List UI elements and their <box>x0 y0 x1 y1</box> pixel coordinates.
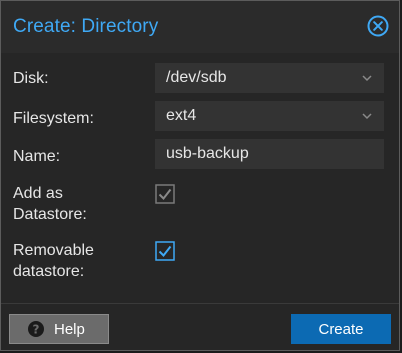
help-button-label: Help <box>54 320 85 338</box>
removable-checkbox[interactable] <box>155 241 175 261</box>
question-circle-icon: ? <box>28 321 44 337</box>
create-button-label: Create <box>318 320 364 338</box>
dialog-header: Create: Directory <box>1 1 399 53</box>
close-icon[interactable] <box>367 15 389 37</box>
svg-text:?: ? <box>33 323 40 337</box>
removable-label: Removable datastore: <box>13 240 94 282</box>
add-datastore-label-line1: Add as <box>13 185 63 202</box>
disk-label: Disk: <box>13 70 49 87</box>
filesystem-value: ext4 <box>166 107 197 124</box>
dialog-title: Create: Directory <box>13 16 159 37</box>
name-value: usb-backup <box>166 145 249 162</box>
removable-label-line2: datastore: <box>13 263 85 280</box>
name-input[interactable]: usb-backup <box>155 139 384 169</box>
dialog-footer: ? Help Create <box>1 303 399 350</box>
create-button[interactable]: Create <box>291 314 391 344</box>
chevron-down-icon <box>362 113 372 120</box>
create-directory-dialog: Create: Directory Disk: /dev/sdb Filesys… <box>0 0 400 351</box>
filesystem-label: Filesystem: <box>13 110 94 127</box>
add-datastore-label-line2: Datastore: <box>13 206 87 223</box>
disk-value: /dev/sdb <box>166 69 227 86</box>
dialog-body: Disk: /dev/sdb Filesystem: ext4 Name: us… <box>1 53 399 303</box>
add-datastore-label: Add as Datastore: <box>13 183 87 225</box>
name-label: Name: <box>13 148 61 165</box>
add-datastore-checkbox[interactable] <box>155 184 175 204</box>
disk-select[interactable]: /dev/sdb <box>155 63 384 93</box>
help-button[interactable]: ? Help <box>9 314 109 344</box>
filesystem-select[interactable]: ext4 <box>155 101 384 131</box>
removable-label-line1: Removable <box>13 242 94 259</box>
chevron-down-icon <box>362 75 372 82</box>
